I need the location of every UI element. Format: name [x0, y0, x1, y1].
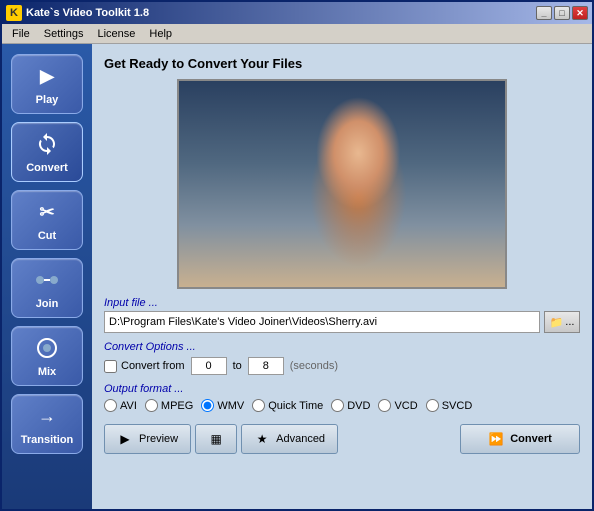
minimize-button[interactable]: _	[536, 6, 552, 20]
format-vcd[interactable]: VCD	[378, 399, 417, 412]
mix-icon	[33, 334, 61, 362]
bottom-buttons: ▶ Preview ▦ ★ Advanced ⏩ Convert	[104, 424, 580, 454]
menu-settings[interactable]: Settings	[38, 26, 90, 42]
sidebar-btn-mix[interactable]: Mix	[11, 326, 83, 386]
wmv-label: WMV	[217, 400, 244, 412]
video-thumbnail	[179, 81, 505, 287]
convert-row: Convert from to (seconds)	[104, 357, 580, 375]
svcd-label: SVCD	[442, 400, 473, 412]
advanced-label: Advanced	[276, 433, 325, 445]
title-bar-left: K Kate`s Video Toolkit 1.8	[6, 5, 149, 21]
close-button[interactable]: ✕	[572, 6, 588, 20]
browse-button[interactable]: 📁 ...	[544, 311, 580, 333]
convert-options-label: Convert Options ...	[104, 341, 580, 353]
dvd-label: DVD	[347, 400, 370, 412]
convert-main-button[interactable]: ⏩ Convert	[460, 424, 580, 454]
radio-dvd[interactable]	[331, 399, 344, 412]
sidebar-btn-cut[interactable]: ✂ Cut	[11, 190, 83, 250]
input-label: Input file ...	[104, 297, 580, 309]
convert-main-label: Convert	[510, 433, 552, 445]
maximize-button[interactable]: □	[554, 6, 570, 20]
from-time-input[interactable]	[191, 357, 227, 375]
mpeg-label: MPEG	[161, 400, 193, 412]
btn-group-left: ▶ Preview ▦ ★ Advanced	[104, 424, 338, 454]
sidebar-btn-transition[interactable]: → Transition	[11, 394, 83, 454]
join-icon	[33, 266, 61, 294]
input-row: 📁 ...	[104, 311, 580, 333]
menu-bar: File Settings License Help	[2, 24, 592, 44]
sidebar-btn-play[interactable]: ▶ Play	[11, 54, 83, 114]
convert-label: Convert	[26, 162, 68, 174]
content-title: Get Ready to Convert Your Files	[104, 56, 580, 71]
preview-button[interactable]: ▶ Preview	[104, 424, 191, 454]
video-preview	[177, 79, 507, 289]
title-bar: K Kate`s Video Toolkit 1.8 _ □ ✕	[2, 2, 592, 24]
grid-button[interactable]: ▦	[195, 424, 237, 454]
transition-label: Transition	[21, 434, 74, 446]
main-content: ▶ Play Convert ✂ Cut	[2, 44, 592, 509]
convert-from-checkbox-label[interactable]: Convert from	[104, 360, 185, 373]
sidebar-btn-convert[interactable]: Convert	[11, 122, 83, 182]
cut-label: Cut	[38, 230, 56, 242]
menu-help[interactable]: Help	[143, 26, 178, 42]
radio-svcd[interactable]	[426, 399, 439, 412]
title-bar-buttons: _ □ ✕	[536, 6, 588, 20]
cut-icon: ✂	[33, 198, 61, 226]
radio-avi[interactable]	[104, 399, 117, 412]
mix-label: Mix	[38, 366, 56, 378]
radio-wmv[interactable]	[201, 399, 214, 412]
sidebar-btn-join[interactable]: Join	[11, 258, 83, 318]
radio-row: AVI MPEG WMV Quick Time	[104, 399, 580, 412]
grid-icon: ▦	[208, 431, 224, 447]
sidebar: ▶ Play Convert ✂ Cut	[2, 44, 92, 509]
avi-label: AVI	[120, 400, 137, 412]
play-label: Play	[36, 94, 59, 106]
radio-mpeg[interactable]	[145, 399, 158, 412]
format-avi[interactable]: AVI	[104, 399, 137, 412]
folder-icon: 📁	[550, 316, 564, 329]
radio-vcd[interactable]	[378, 399, 391, 412]
file-path-input[interactable]	[104, 311, 540, 333]
convert-from-checkbox[interactable]	[104, 360, 117, 373]
app-icon: K	[6, 5, 22, 21]
main-window: K Kate`s Video Toolkit 1.8 _ □ ✕ File Se…	[0, 0, 594, 511]
to-label: to	[233, 360, 242, 372]
browse-label: ...	[565, 316, 574, 328]
format-dvd[interactable]: DVD	[331, 399, 370, 412]
format-quicktime[interactable]: Quick Time	[252, 399, 323, 412]
format-wmv[interactable]: WMV	[201, 399, 244, 412]
join-label: Join	[36, 298, 59, 310]
advanced-button[interactable]: ★ Advanced	[241, 424, 338, 454]
to-time-input[interactable]	[248, 357, 284, 375]
output-format-label: Output format ...	[104, 383, 580, 395]
radio-quicktime[interactable]	[252, 399, 265, 412]
menu-file[interactable]: File	[6, 26, 36, 42]
format-svcd[interactable]: SVCD	[426, 399, 473, 412]
preview-label: Preview	[139, 433, 178, 445]
convert-ff-icon: ⏩	[488, 431, 504, 447]
convert-from-text: Convert from	[121, 360, 185, 372]
format-mpeg[interactable]: MPEG	[145, 399, 193, 412]
seconds-label: (seconds)	[290, 360, 338, 372]
convert-options: Convert Options ... Convert from to (sec…	[104, 341, 580, 375]
convert-icon	[33, 130, 61, 158]
star-icon: ★	[254, 431, 270, 447]
quicktime-label: Quick Time	[268, 400, 323, 412]
window-title: Kate`s Video Toolkit 1.8	[26, 7, 149, 19]
menu-license[interactable]: License	[91, 26, 141, 42]
preview-play-icon: ▶	[117, 431, 133, 447]
play-icon: ▶	[33, 62, 61, 90]
input-section: Input file ... 📁 ...	[104, 297, 580, 333]
output-format: Output format ... AVI MPEG WMV	[104, 383, 580, 412]
content-area: Get Ready to Convert Your Files Input fi…	[92, 44, 592, 509]
transition-icon: →	[33, 402, 61, 430]
vcd-label: VCD	[394, 400, 417, 412]
